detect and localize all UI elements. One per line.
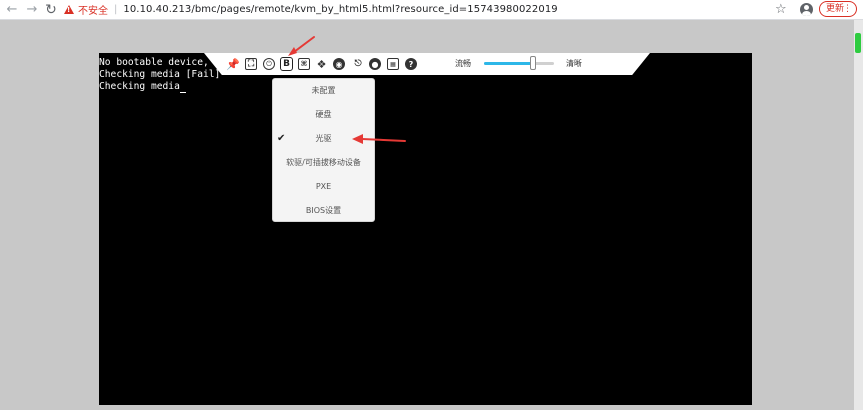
address-separator: | (114, 4, 118, 15)
menu-item-label: 软驱/可插拔移动设备 (286, 158, 361, 167)
boot-menu-item-floppy-removable[interactable]: 软驱/可插拔移动设备 (273, 151, 374, 175)
menu-item-label: BIOS设置 (305, 206, 342, 215)
power-icon[interactable]: ⏻ (263, 58, 275, 70)
usb-icon[interactable]: ⎋ (352, 58, 364, 71)
boot-menu-item-bios-setup[interactable]: BIOS设置 (273, 199, 374, 223)
pin-icon[interactable]: 📌 (226, 58, 240, 71)
reload-icon[interactable]: ↻ (43, 2, 59, 18)
quality-slider-thumb[interactable] (530, 56, 536, 70)
console-output: No bootable device, Sy Checking media [Fa… (99, 57, 226, 93)
browser-toolbar: ← → ↻ 不安全 | 10.10.40.213/bmc/pages/remot… (0, 0, 863, 20)
more-menu-icon: ⋮ (843, 4, 852, 14)
image-capture-icon[interactable]: ▦ (387, 58, 399, 70)
menu-item-label: 未配置 (311, 86, 336, 95)
console-line: No bootable device, Sy (99, 57, 227, 68)
fullscreen-icon[interactable]: ⛶ (245, 58, 257, 70)
help-icon[interactable]: ? (405, 58, 417, 70)
back-arrow-icon[interactable]: ← (4, 2, 20, 18)
record-icon[interactable]: ● (369, 58, 381, 70)
virtual-media-icon[interactable]: ◉ (333, 58, 345, 70)
boot-option-icon[interactable]: B (280, 57, 293, 71)
forward-arrow-icon[interactable]: → (24, 2, 40, 18)
security-status[interactable]: 不安全 (78, 2, 108, 17)
address-bar[interactable]: 不安全 | 10.10.40.213/bmc/pages/remote/kvm_… (64, 1, 794, 18)
console-line-text: Checking media (99, 81, 180, 92)
keyboard-shortcut-icon[interactable]: ⌘ (298, 58, 310, 70)
url-text[interactable]: 10.10.40.213/bmc/pages/remote/kvm_by_htm… (123, 4, 557, 15)
warning-icon (64, 5, 74, 14)
mouse-icon[interactable]: ❖ (315, 58, 328, 71)
boot-menu-item-unconfigured[interactable]: 未配置 (273, 79, 374, 103)
boot-menu-item-optical-drive[interactable]: ✔ 光驱 (273, 127, 374, 151)
checkmark-icon: ✔ (277, 133, 286, 144)
page-scrollbar[interactable] (854, 20, 863, 410)
annotation-arrow-toolbar (293, 36, 315, 53)
console-line: Checking media [Fail] (99, 69, 221, 80)
menu-item-label: PXE (315, 182, 332, 191)
text-cursor (179, 82, 186, 93)
quality-slider[interactable] (484, 62, 554, 65)
update-button[interactable]: 更新 ⋮ (819, 1, 857, 17)
menu-item-label: 光驱 (315, 134, 332, 143)
boot-device-menu: 未配置 硬盘 ✔ 光驱 软驱/可插拔移动设备 PXE BIOS设置 (272, 78, 375, 222)
boot-menu-item-hard-disk[interactable]: 硬盘 (273, 103, 374, 127)
quality-slider-fill (484, 62, 533, 65)
update-button-label: 更新 (826, 4, 845, 14)
bookmark-star-icon[interactable]: ☆ (775, 2, 787, 18)
quality-low-label: 流畅 (455, 59, 471, 68)
boot-menu-item-pxe[interactable]: PXE (273, 175, 374, 199)
profile-avatar-icon[interactable] (800, 3, 813, 16)
menu-item-label: 硬盘 (315, 110, 332, 119)
kvm-remote-screen[interactable]: No bootable device, Sy Checking media [Fa… (99, 53, 752, 405)
quality-high-label: 清晰 (566, 59, 582, 68)
console-line: Checking media (99, 81, 226, 93)
scrollbar-thumb[interactable] (855, 33, 861, 53)
